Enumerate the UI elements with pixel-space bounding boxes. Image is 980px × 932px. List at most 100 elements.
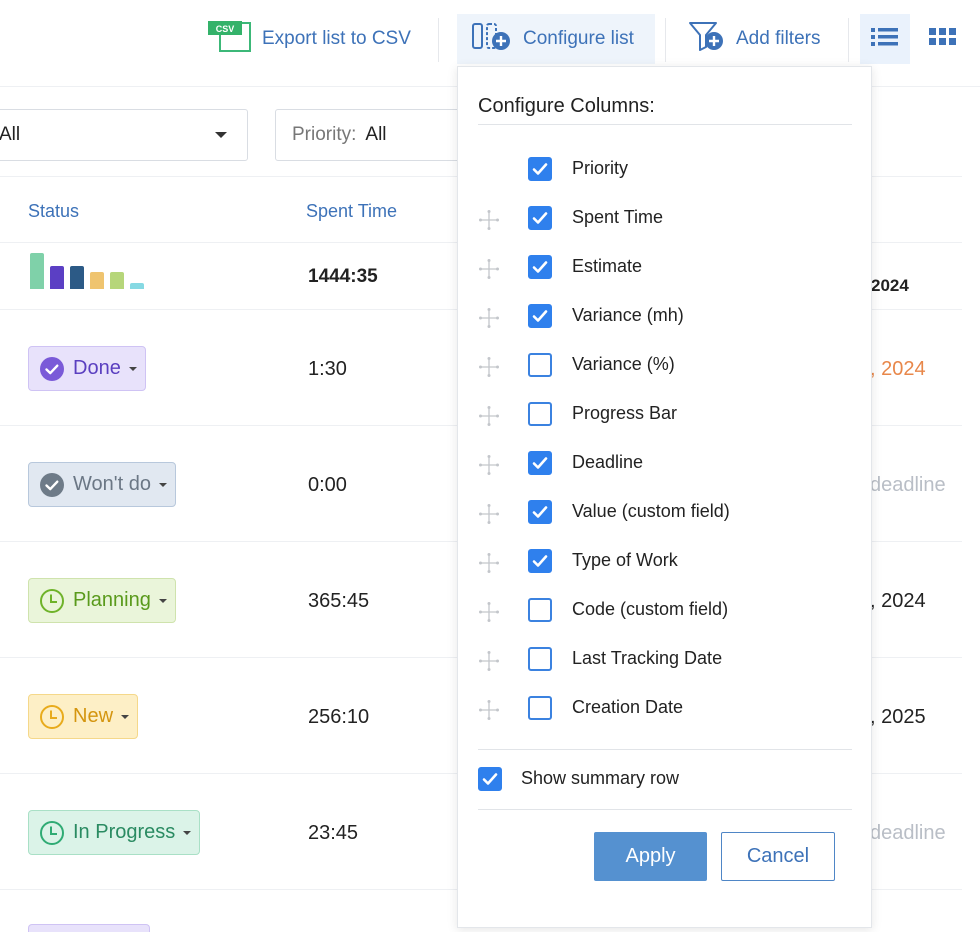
status-label: Planning: [73, 589, 151, 611]
export-csv-button[interactable]: CSV Export list to CSV: [206, 14, 411, 64]
drag-handle-icon[interactable]: [478, 209, 500, 231]
column-option[interactable]: Type of Work: [458, 541, 873, 581]
drag-handle-icon[interactable]: [478, 650, 500, 672]
spent-time-cell: 23:45: [308, 822, 359, 844]
column-header-spent-time[interactable]: Spent Time: [306, 201, 397, 222]
summary-spent-time: 1444:35: [308, 266, 378, 287]
export-csv-label: Export list to CSV: [262, 28, 411, 49]
column-checkbox[interactable]: [528, 500, 552, 524]
spent-time-cell: 1:30: [308, 358, 347, 380]
column-option-label: Type of Work: [572, 550, 678, 570]
status-distribution-bar: [130, 283, 144, 289]
column-checkbox[interactable]: [528, 157, 552, 181]
deadline-cell: , 2024: [870, 590, 926, 612]
column-checkbox[interactable]: [528, 206, 552, 230]
column-option[interactable]: Progress Bar: [458, 394, 873, 434]
priority-filter-value: All: [365, 124, 387, 145]
add-filters-button[interactable]: Add filters: [688, 14, 820, 64]
column-checkbox[interactable]: [528, 353, 552, 377]
status-distribution-bar: [90, 272, 104, 289]
column-checkbox[interactable]: [528, 304, 552, 328]
status-badge[interactable]: Done: [28, 346, 146, 391]
column-header-status[interactable]: Status: [28, 201, 79, 222]
deadline-cell: , 2025: [870, 706, 926, 728]
grid-view-button[interactable]: [918, 14, 968, 64]
toolbar-divider: [848, 18, 849, 62]
svg-text:CSV: CSV: [216, 24, 235, 34]
column-option-label: Spent Time: [572, 207, 664, 227]
drag-handle-icon[interactable]: [478, 356, 500, 378]
show-summary-row-label: Show summary row: [521, 768, 680, 788]
status-badge[interactable]: Planning: [28, 578, 176, 623]
status-badge[interactable]: Won't do: [28, 462, 176, 507]
column-option[interactable]: Spent Time: [458, 198, 873, 238]
column-option[interactable]: Variance (%): [458, 345, 873, 385]
drag-handle-icon[interactable]: [478, 503, 500, 525]
drag-handle-icon[interactable]: [478, 699, 500, 721]
column-option-label: Deadline: [572, 452, 644, 472]
status-badge[interactable]: In Progress: [28, 810, 201, 855]
chevron-down-icon: [215, 132, 227, 138]
column-option[interactable]: Code (custom field): [458, 590, 873, 630]
column-option-label: Variance (mh): [572, 305, 684, 325]
column-option-label: Code (custom field): [572, 599, 729, 619]
column-option[interactable]: Estimate: [458, 247, 873, 287]
drag-handle-icon[interactable]: [478, 405, 500, 427]
show-summary-row-checkbox[interactable]: [478, 767, 502, 791]
list-view-button[interactable]: [860, 14, 910, 64]
status-badge[interactable]: New: [28, 694, 139, 739]
toolbar-divider: [438, 18, 439, 62]
status-label: Won't do: [73, 473, 151, 495]
column-option[interactable]: Creation Date: [458, 688, 873, 728]
column-option[interactable]: Deadline: [458, 443, 873, 483]
column-option[interactable]: Last Tracking Date: [458, 639, 873, 679]
configure-list-label: Configure list: [523, 28, 634, 49]
list-view-icon: [871, 26, 899, 53]
status-filter-select[interactable]: All: [0, 109, 248, 161]
column-checkbox[interactable]: [528, 696, 552, 720]
grid-view-icon: [929, 27, 957, 52]
status-distribution-bar: [110, 272, 124, 289]
toolbar-divider: [665, 18, 666, 62]
status-distribution-chart: [30, 251, 160, 289]
drag-handle-icon[interactable]: [478, 601, 500, 623]
divider: [478, 124, 852, 125]
drag-handle-icon[interactable]: [478, 454, 500, 476]
status-distribution-bar: [30, 253, 44, 289]
csv-file-icon: CSV: [206, 19, 252, 59]
column-checkbox[interactable]: [528, 647, 552, 671]
column-checkbox[interactable]: [528, 451, 552, 475]
column-option[interactable]: Value (custom field): [458, 492, 873, 532]
column-checkbox[interactable]: [528, 255, 552, 279]
check-circle-icon: [39, 472, 65, 498]
column-option-label: Value (custom field): [572, 501, 730, 521]
show-summary-row-option[interactable]: Show summary row: [458, 759, 873, 799]
caret-down-icon: [121, 714, 130, 719]
priority-filter-select[interactable]: Priority: All: [275, 109, 475, 161]
status-distribution-bar: [50, 266, 64, 289]
status-badge[interactable]: [28, 924, 150, 932]
divider: [478, 809, 852, 810]
apply-button[interactable]: Apply: [594, 832, 707, 881]
drag-handle-icon[interactable]: [478, 552, 500, 574]
drag-handle-icon[interactable]: [478, 258, 500, 280]
configure-columns-popup: Configure Columns: Priority Spent Time E…: [457, 66, 872, 928]
divider: [478, 749, 852, 750]
column-option-label: Estimate: [572, 256, 643, 276]
column-checkbox[interactable]: [528, 598, 552, 622]
cancel-button[interactable]: Cancel: [721, 832, 835, 881]
column-checkbox[interactable]: [528, 402, 552, 426]
column-checkbox[interactable]: [528, 549, 552, 573]
filter-add-icon: [688, 20, 726, 58]
clock-icon: [39, 588, 65, 614]
status-label: Done: [73, 357, 121, 379]
deadline-cell: , 2024: [870, 358, 926, 380]
deadline-cell: deadline: [870, 474, 946, 496]
configure-list-button[interactable]: Configure list: [457, 14, 655, 64]
priority-filter-label: Priority:: [292, 124, 357, 145]
caret-down-icon: [183, 830, 192, 835]
column-option[interactable]: Variance (mh): [458, 296, 873, 336]
spent-time-cell: 256:10: [308, 706, 370, 728]
drag-handle-icon[interactable]: [478, 307, 500, 329]
column-option[interactable]: Priority: [458, 149, 873, 189]
